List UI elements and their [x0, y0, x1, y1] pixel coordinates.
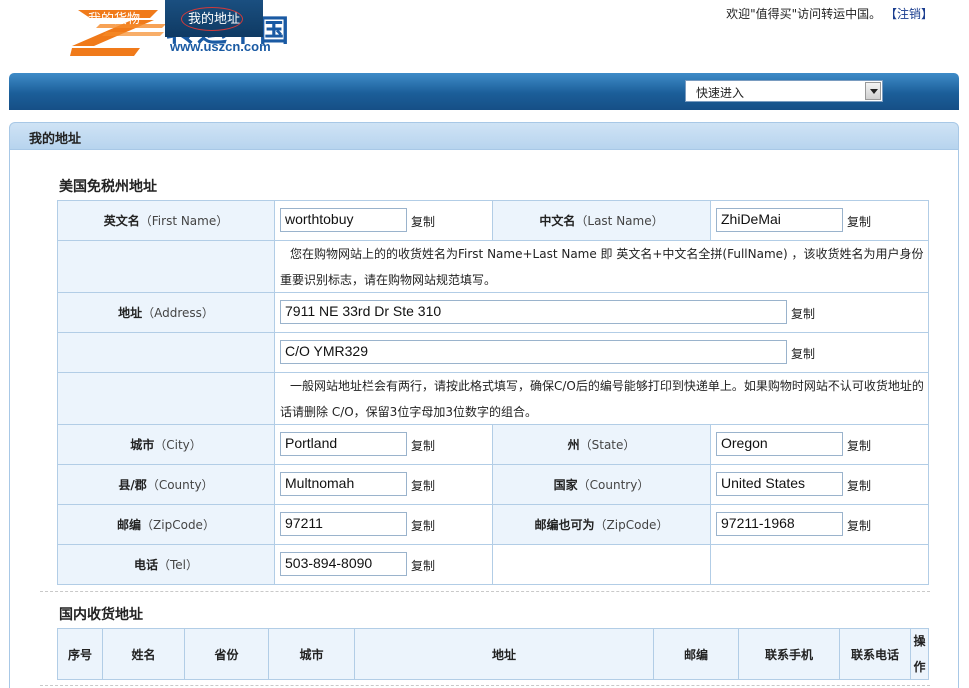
column-header-province: 省份: [184, 628, 269, 680]
column-header-action: 操作: [910, 628, 929, 680]
address-note-label-cell: [57, 372, 275, 425]
copy-zip-alt-button[interactable]: 复制: [847, 517, 871, 534]
copy-first-name-button[interactable]: 复制: [411, 213, 435, 230]
nav-my-goods[interactable]: 我的货物: [74, 0, 154, 37]
county-label: 县/郡 （County）: [57, 464, 275, 505]
first-name-label: 英文名 （First Name）: [57, 200, 275, 241]
panel-header: 我的地址: [9, 122, 959, 150]
quick-access-select[interactable]: 快速进入: [685, 80, 883, 102]
active-highlight-oval: [181, 7, 243, 31]
panel-title: 我的地址: [29, 132, 82, 147]
us-address-title: 美国免税州地址: [59, 179, 157, 195]
last-name-field[interactable]: ZhiDeMai: [716, 208, 843, 232]
column-header-index: 序号: [57, 628, 103, 680]
state-label: 州（State）: [492, 424, 711, 465]
copy-state-button[interactable]: 复制: [847, 437, 871, 454]
state-field[interactable]: Oregon: [716, 432, 843, 456]
last-name-label: 中文名 （Last Name）: [492, 200, 711, 241]
column-header-city: 城市: [268, 628, 355, 680]
column-header-phone: 联系电话: [839, 628, 911, 680]
empty-cell: [710, 544, 929, 585]
column-header-name: 姓名: [102, 628, 185, 680]
welcome-bar: 欢迎"值得买"访问转运中国。 【注销】: [726, 5, 933, 22]
copy-country-button[interactable]: 复制: [847, 477, 871, 494]
first-name-field[interactable]: worthtobuy: [280, 208, 407, 232]
empty-cell: [492, 544, 711, 585]
country-field[interactable]: United States: [716, 472, 843, 496]
copy-last-name-button[interactable]: 复制: [847, 213, 871, 230]
copy-tel-button[interactable]: 复制: [411, 557, 435, 574]
address-note: 一般网站地址栏会有两行，请按此格式填写，确保C/O后的编号能够打印到快递单上。如…: [280, 379, 924, 419]
copy-city-button[interactable]: 复制: [411, 437, 435, 454]
copy-address-line1-button[interactable]: 复制: [791, 305, 815, 322]
nav-my-address[interactable]: 我的地址: [165, 0, 263, 37]
column-header-zip: 邮编: [653, 628, 739, 680]
tel-label: 电话 （Tel）: [57, 544, 275, 585]
name-note-label-cell: [57, 240, 275, 293]
address-label: 地址 （Address）: [57, 292, 275, 333]
section-divider: [40, 591, 930, 592]
zip-alt-label: 邮编也可为 （ZipCode）: [492, 504, 711, 545]
city-field[interactable]: Portland: [280, 432, 407, 456]
logo-url[interactable]: www.uszcn.com: [170, 39, 271, 54]
copy-zip-button[interactable]: 复制: [411, 517, 435, 534]
bottom-divider: [40, 685, 930, 686]
zip-field[interactable]: 97211: [280, 512, 407, 536]
county-field[interactable]: Multnomah: [280, 472, 407, 496]
zip-label: 邮编 （ZipCode）: [57, 504, 275, 545]
tel-field[interactable]: 503-894-8090: [280, 552, 407, 576]
column-header-address: 地址: [354, 628, 654, 680]
domestic-address-title: 国内收货地址: [59, 607, 143, 623]
zip-alt-field[interactable]: 97211-1968: [716, 512, 843, 536]
copy-address-line2-button[interactable]: 复制: [791, 345, 815, 362]
chevron-down-icon[interactable]: [865, 82, 881, 100]
copy-county-button[interactable]: 复制: [411, 477, 435, 494]
name-note: 您在购物网站上的的收货姓名为First Name+Last Name 即 英文名…: [280, 247, 924, 287]
quick-access-value: 快速进入: [696, 86, 745, 100]
nav-my-account[interactable]: 我的账号: [374, 0, 454, 37]
country-label: 国家 （Country）: [492, 464, 711, 505]
city-label: 城市 （City）: [57, 424, 275, 465]
address-line1-field[interactable]: 7911 NE 33rd Dr Ste 310: [280, 300, 787, 324]
nav-tools[interactable]: 实用工具: [474, 0, 554, 37]
address-line2-field[interactable]: C/O YMR329: [280, 340, 787, 364]
nav-help[interactable]: 帮助信息: [574, 0, 654, 37]
nav-transactions[interactable]: 交易记录: [274, 0, 354, 37]
address-line2-label-cell: [57, 332, 275, 373]
column-header-mobile: 联系手机: [738, 628, 840, 680]
welcome-text: 欢迎"值得买"访问转运中国。: [726, 7, 882, 21]
logout-link[interactable]: 【注销】: [885, 7, 933, 21]
